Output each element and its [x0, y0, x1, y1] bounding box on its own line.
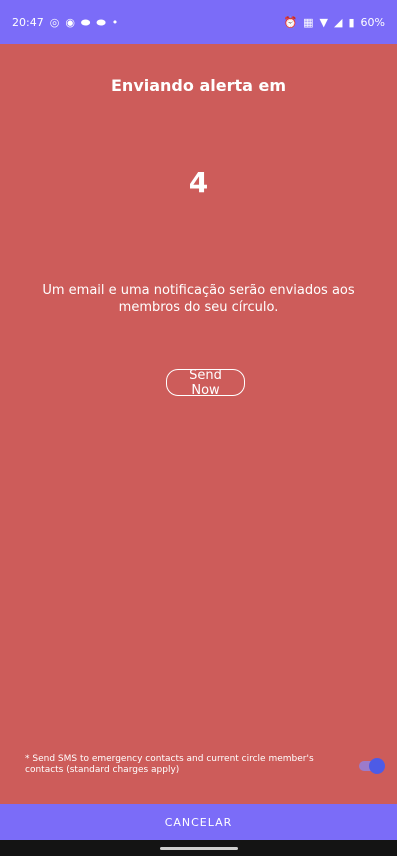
radio-icon: ◉: [65, 15, 75, 29]
status-left: 20:47 ◎ ◉ ⬬ ⬬ •: [12, 16, 118, 29]
dot-icon: •: [111, 15, 119, 29]
sms-note: * Send SMS to emergency contacts and cur…: [25, 754, 314, 775]
alert-screen: Enviando alerta em 4 Um email e uma noti…: [0, 44, 397, 804]
whatsapp-icon: ◎: [49, 15, 60, 29]
cancel-button[interactable]: CANCELAR: [0, 804, 397, 840]
game-controller-icon: ⬬: [96, 15, 106, 29]
alert-description: Um email e uma notificação serão enviado…: [42, 283, 355, 315]
page-title: Enviando alerta em: [111, 76, 286, 95]
signal-icon: ◢: [334, 15, 343, 29]
status-right: ⏰ ▦ ▼ ◢ ▮ 60%: [283, 16, 385, 29]
navigation-bar: [0, 840, 397, 856]
battery-percent: 60%: [360, 15, 385, 29]
game-controller-icon: ⬬: [80, 15, 91, 29]
countdown-value: 4: [188, 166, 209, 199]
toggle-knob: [369, 758, 385, 774]
status-bar: 20:47 ◎ ◉ ⬬ ⬬ • ⏰ ▦ ▼ ◢ ▮ 60%: [0, 0, 397, 44]
status-time: 20:47: [12, 15, 44, 29]
alarm-icon: ⏰: [283, 15, 298, 29]
volte-icon: ▦: [303, 15, 314, 29]
sms-toggle[interactable]: [357, 758, 385, 774]
wifi-icon: ▼: [319, 15, 329, 29]
send-now-button[interactable]: Send Now: [166, 368, 245, 398]
home-handle[interactable]: [160, 847, 238, 850]
battery-icon: ▮: [348, 15, 355, 29]
